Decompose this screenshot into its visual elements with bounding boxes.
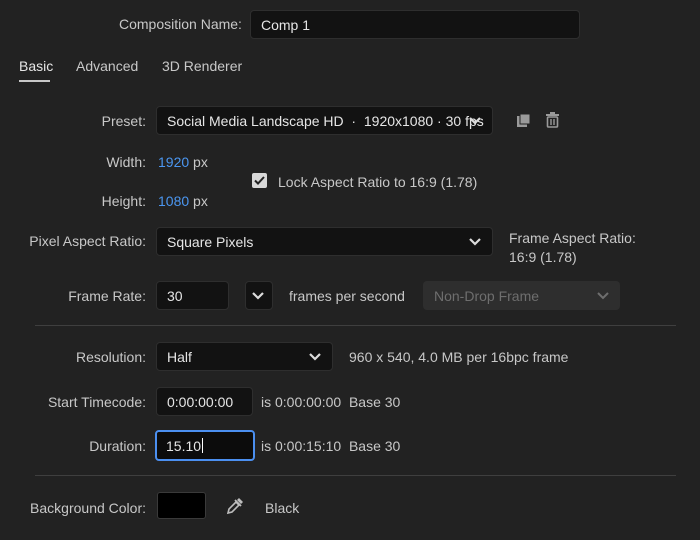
composition-name-value: Comp 1 [261,16,311,33]
frame-rate-unit: frames per second [289,288,405,304]
resolution-dropdown[interactable]: Half [156,342,333,371]
preset-dropdown[interactable]: Social Media Landscape HD · 1920x1080 · … [156,106,493,135]
background-color-label: Background Color: [30,500,146,516]
resolution-info: 960 x 540, 4.0 MB per 16bpc frame [349,349,569,365]
pixel-aspect-label: Pixel Aspect Ratio: [29,233,146,249]
composition-name-input[interactable]: Comp 1 [250,10,580,39]
height-field[interactable]: 1080 px [158,193,208,209]
checkmark-icon [254,176,265,185]
chevron-down-icon [469,237,481,246]
duration-info: is 0:00:15:10 Base 30 [261,438,401,454]
lock-aspect-label[interactable]: Lock Aspect Ratio to 16:9 (1.78) [278,174,477,190]
chevron-down-icon [252,291,264,300]
tab-active-underline [19,80,50,82]
chevron-down-icon [309,352,321,361]
height-label: Height: [101,193,146,209]
drop-frame-dropdown: Non-Drop Frame [423,281,620,310]
background-color-name: Black [265,500,300,516]
chevron-down-icon [597,291,609,299]
start-timecode-value: 0:00:00:00 [167,393,234,410]
frame-rate-label: Frame Rate: [68,288,146,304]
resolution-label: Resolution: [75,349,146,365]
width-unit: px [193,154,208,170]
pixel-aspect-value: Square Pixels [167,233,254,250]
duration-value: 15.10 [166,437,202,454]
eyedropper-icon[interactable] [226,497,244,515]
width-value[interactable]: 1920 [158,154,189,170]
save-preset-icon[interactable] [516,113,531,128]
duration-input[interactable]: 15.10 [155,430,255,461]
start-timecode-info: is 0:00:00:00 Base 30 [261,394,401,410]
lock-aspect-checkbox[interactable] [252,173,267,188]
drop-frame-value: Non-Drop Frame [434,287,540,304]
frame-rate-input[interactable]: 30 [156,281,229,310]
section-divider [35,475,676,476]
preset-value: Social Media Landscape HD · 1920x1080 · … [167,112,484,129]
section-divider [35,325,676,326]
frame-rate-dropdown-button[interactable] [245,281,273,310]
frame-rate-value: 30 [167,287,183,304]
trash-icon[interactable] [545,112,560,128]
tab-advanced[interactable]: Advanced [76,58,138,74]
width-field[interactable]: 1920 px [158,154,208,170]
start-timecode-input[interactable]: 0:00:00:00 [156,387,253,416]
frame-aspect-label: Frame Aspect Ratio: [509,230,636,246]
frame-aspect-value: 16:9 (1.78) [509,249,577,265]
pixel-aspect-dropdown[interactable]: Square Pixels [156,227,493,256]
tab-basic[interactable]: Basic [19,58,53,74]
resolution-value: Half [167,348,192,365]
chevron-down-icon [469,116,481,125]
text-cursor [202,438,204,453]
composition-name-label: Composition Name: [119,16,242,32]
duration-label: Duration: [89,438,146,454]
height-value[interactable]: 1080 [158,193,189,209]
preset-label: Preset: [101,113,146,129]
height-unit: px [193,193,208,209]
tab-3d-renderer[interactable]: 3D Renderer [162,58,242,74]
width-label: Width: [106,154,146,170]
background-color-swatch[interactable] [157,492,206,519]
start-timecode-label: Start Timecode: [47,394,146,410]
